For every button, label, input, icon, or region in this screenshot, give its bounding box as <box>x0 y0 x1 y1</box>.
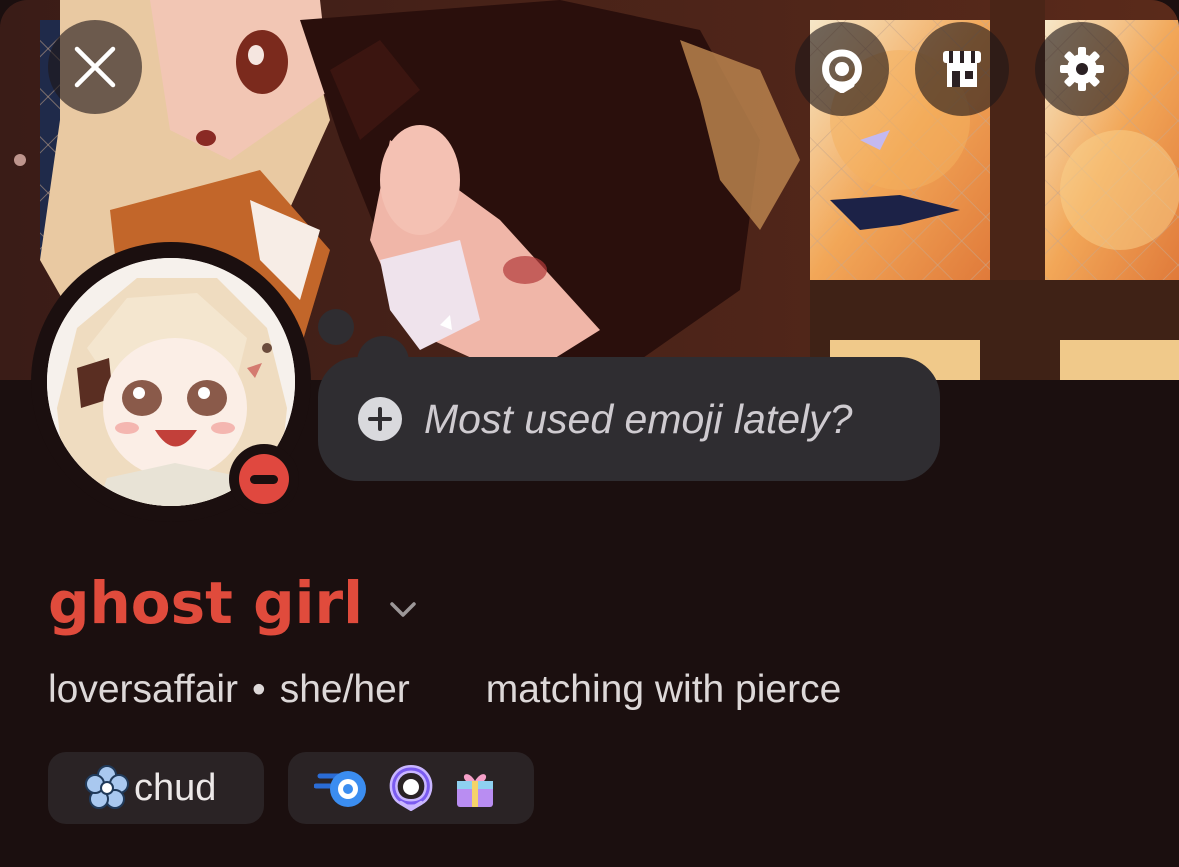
pronouns: she/her <box>279 668 410 711</box>
profile-bio: matching with pierce <box>485 668 842 711</box>
shop-button[interactable] <box>915 22 1009 116</box>
display-name-row[interactable]: ghost girl <box>48 574 421 632</box>
chevron-down-icon[interactable] <box>385 592 421 628</box>
display-name: ghost girl <box>48 569 363 637</box>
gift-badge-icon[interactable] <box>452 765 498 811</box>
server-tag-label: chud <box>134 766 217 809</box>
flower-icon <box>85 765 129 809</box>
separator-dot: • <box>252 668 266 711</box>
plus-icon <box>358 397 402 441</box>
server-tag-chip[interactable]: chud <box>48 752 264 824</box>
gear-icon <box>1060 47 1104 91</box>
close-button[interactable] <box>48 20 142 114</box>
profile-sheet: Most used emoji lately? ghost girl lover… <box>0 0 1179 867</box>
nitro-wreath-icon <box>822 49 862 93</box>
profile-subline: loversaffair • she/her matching with pierce <box>48 668 841 712</box>
close-icon <box>74 46 116 88</box>
username: loversaffair <box>48 668 239 711</box>
nitro-button[interactable] <box>795 22 889 116</box>
custom-status-bubble[interactable]: Most used emoji lately? <box>318 357 940 481</box>
nitro-badge-icon[interactable] <box>388 765 434 811</box>
status-prompt-text: Most used emoji lately? <box>424 395 853 442</box>
badges-chip[interactable] <box>288 752 534 824</box>
dnd-status-icon <box>239 454 289 504</box>
settings-button[interactable] <box>1035 22 1129 116</box>
nitro-boost-badge-icon[interactable] <box>314 766 370 810</box>
shop-icon <box>943 51 981 87</box>
bubble-tail-small <box>318 309 354 345</box>
